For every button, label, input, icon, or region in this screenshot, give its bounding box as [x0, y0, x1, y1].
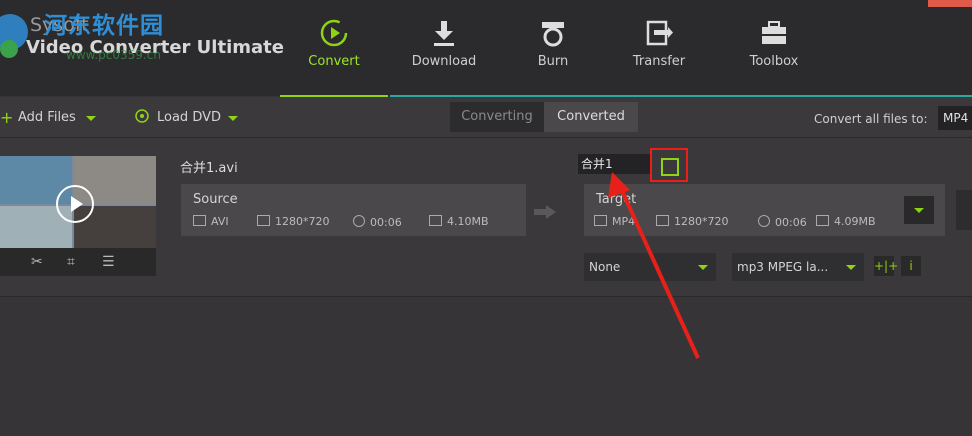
- app-header: Sysoft Video Converter Ultimate 河东软件园 ww…: [0, 0, 972, 98]
- transfer-icon: [605, 18, 713, 48]
- rename-input[interactable]: 合并1: [578, 154, 651, 174]
- target-format-dropdown[interactable]: [904, 196, 934, 224]
- load-dvd-dropdown-icon[interactable]: [228, 116, 238, 121]
- play-icon[interactable]: [56, 185, 94, 223]
- edit-icon: [661, 158, 679, 176]
- tab-download[interactable]: Download: [390, 0, 498, 96]
- tab-transfer[interactable]: Transfer: [605, 0, 713, 96]
- resolution-icon: [257, 215, 270, 226]
- chevron-down-icon: [914, 208, 924, 213]
- convert-arrow-icon: [534, 205, 556, 219]
- tab-convert[interactable]: Convert: [280, 0, 388, 98]
- folder-icon: [429, 215, 442, 226]
- download-icon: [390, 18, 498, 48]
- crop-icon[interactable]: ⌗: [67, 254, 75, 270]
- chevron-down-icon: [846, 265, 856, 270]
- target-resolution: 1280*720: [656, 215, 729, 228]
- subtitle-select[interactable]: None: [584, 253, 716, 281]
- resolution-icon: [656, 215, 669, 226]
- video-thumbnail[interactable]: [0, 156, 156, 248]
- chevron-down-icon: [698, 265, 708, 270]
- add-files-button[interactable]: Add Files: [18, 110, 76, 125]
- thumbnail-toolbar: ✂ ⌗ ☰: [0, 248, 156, 276]
- source-format: AVI: [193, 215, 229, 228]
- clock-icon: [353, 215, 365, 227]
- tab-toolbox[interactable]: Toolbox: [720, 0, 828, 96]
- clock-icon: [758, 215, 770, 227]
- tab-burn[interactable]: Burn: [499, 0, 607, 96]
- source-title: Source: [193, 192, 238, 207]
- add-icon: +: [0, 108, 14, 127]
- target-info-panel: Target MP4 1280*720 00:06 4.09MB: [584, 184, 945, 236]
- logo-accent-icon: [0, 40, 18, 58]
- info-icon[interactable]: i: [901, 256, 921, 276]
- film-icon: [193, 215, 206, 226]
- target-format: MP4: [594, 215, 635, 228]
- source-duration: 00:06: [353, 215, 402, 229]
- convert-icon: [280, 18, 388, 48]
- convert-button-partial[interactable]: [956, 190, 972, 230]
- film-icon: [594, 215, 607, 226]
- tab-converted[interactable]: Converted: [544, 102, 638, 132]
- toolbox-icon: [720, 18, 828, 48]
- tab-convert-label: Convert: [308, 54, 360, 69]
- effects-icon[interactable]: ☰: [102, 254, 115, 270]
- tab-toolbox-label: Toolbox: [749, 54, 799, 69]
- audio-track-select[interactable]: mp3 MPEG la...: [732, 253, 864, 281]
- folder-icon: [816, 215, 829, 226]
- convert-all-label: Convert all files to:: [814, 112, 928, 126]
- target-title: Target: [596, 192, 637, 207]
- tab-transfer-label: Transfer: [632, 54, 686, 69]
- source-size: 4.10MB: [429, 215, 489, 228]
- tab-burn-label: Burn: [537, 54, 569, 69]
- trim-icon[interactable]: ✂: [31, 254, 43, 270]
- tab-download-label: Download: [411, 54, 477, 69]
- source-resolution: 1280*720: [257, 215, 330, 228]
- target-size: 4.09MB: [816, 215, 876, 228]
- watermark-text: 河东软件园: [44, 13, 164, 39]
- load-dvd-button[interactable]: Load DVD: [157, 110, 221, 125]
- corner-badge: [928, 0, 972, 7]
- burn-icon: [499, 18, 607, 48]
- watermark-url: www.pc0359.cn: [66, 48, 161, 62]
- convert-all-format-select[interactable]: MP4 V: [938, 106, 972, 130]
- source-info-panel: Source AVI 1280*720 00:06 4.10MB: [181, 184, 526, 236]
- add-files-dropdown-icon[interactable]: [86, 116, 96, 121]
- merge-icon[interactable]: +|+: [874, 256, 898, 276]
- dvd-icon: [135, 109, 149, 127]
- tab-converting[interactable]: Converting: [450, 102, 544, 132]
- edit-name-button[interactable]: [650, 148, 688, 182]
- target-duration: 00:06: [758, 215, 807, 229]
- file-name: 合并1.avi: [180, 161, 238, 176]
